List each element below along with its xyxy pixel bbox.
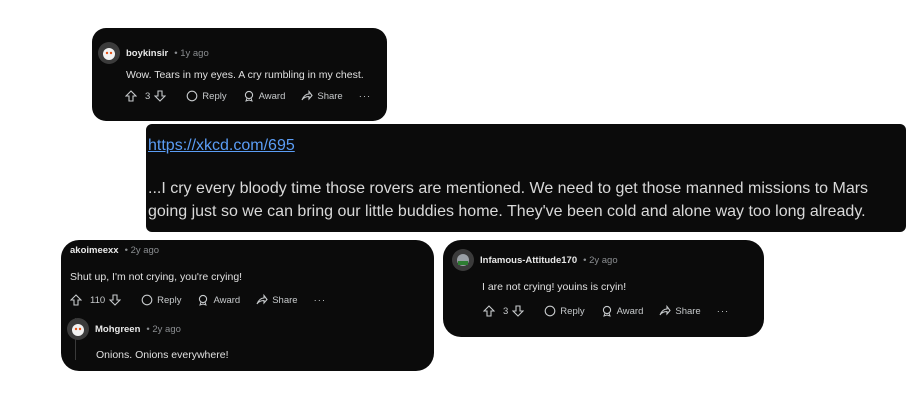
upvote-icon[interactable]: [70, 294, 82, 306]
more-options-button[interactable]: ···: [314, 295, 327, 306]
award-button[interactable]: Award: [601, 305, 643, 317]
comment-header: boykinsir • 1y ago: [98, 42, 209, 64]
comment-header: Mohgreen • 2y ago: [67, 318, 181, 340]
avatar[interactable]: [452, 249, 474, 271]
reply-button[interactable]: Reply: [141, 294, 181, 306]
vote-count: 3: [145, 90, 151, 102]
award-button[interactable]: Award: [197, 294, 240, 306]
vote-count: 110: [90, 294, 106, 306]
reply-button[interactable]: Reply: [186, 90, 227, 102]
award-icon: [602, 305, 611, 317]
timestamp: • 2y ago: [146, 323, 181, 335]
comment-text: Wow. Tears in my eyes. A cry rumbling in…: [126, 69, 364, 81]
xkcd-link[interactable]: https://xkcd.com/695: [148, 137, 295, 155]
comment-actions: 110 Reply Award Share ···: [70, 294, 326, 306]
timestamp: • 2y ago: [583, 254, 618, 266]
comment-header: akoimeexx • 2y ago: [70, 245, 159, 256]
upvote-icon[interactable]: [483, 305, 495, 317]
comment-icon: [186, 90, 198, 102]
username[interactable]: Infamous-Attitude170: [480, 255, 577, 266]
more-options-button[interactable]: ···: [717, 306, 730, 317]
share-icon: [659, 305, 672, 316]
avatar[interactable]: [67, 318, 89, 340]
share-button[interactable]: Share: [256, 294, 298, 306]
award-icon: [199, 294, 208, 306]
timestamp: • 2y ago: [124, 245, 160, 256]
comment-actions: 3 Reply Award Share ···: [125, 90, 371, 102]
share-icon: [301, 90, 314, 101]
more-options-button[interactable]: ···: [359, 91, 372, 102]
reply-button[interactable]: Reply: [544, 305, 585, 317]
downvote-icon[interactable]: [154, 90, 167, 102]
username[interactable]: Mohgreen: [95, 324, 140, 335]
downvote-icon[interactable]: [109, 294, 122, 306]
comment-actions: 3 Reply Award Share ···: [483, 305, 729, 317]
downvote-icon[interactable]: [512, 305, 525, 317]
timestamp: • 1y ago: [174, 47, 209, 59]
award-icon: [244, 90, 253, 102]
avatar[interactable]: [98, 42, 120, 64]
vote-controls: 3: [125, 90, 170, 102]
award-button[interactable]: Award: [243, 90, 285, 102]
comment-text: I are not crying! youins is cryin!: [482, 281, 627, 293]
share-button[interactable]: Share: [301, 90, 343, 102]
comment-header: Infamous-Attitude170 • 2y ago: [452, 249, 618, 271]
share-button[interactable]: Share: [659, 305, 701, 317]
vote-count: 3: [503, 305, 509, 317]
comment-icon: [141, 294, 153, 306]
username[interactable]: akoimeexx: [70, 245, 119, 256]
comment-text: Shut up, I'm not crying, you're crying!: [70, 271, 243, 283]
share-icon: [256, 294, 268, 305]
quote-text: ...I cry every bloody time those rovers …: [148, 180, 869, 220]
comment-icon: [544, 305, 556, 317]
vote-controls: 110: [70, 294, 125, 306]
username[interactable]: boykinsir: [126, 48, 168, 59]
vote-controls: 3: [483, 305, 528, 317]
upvote-icon[interactable]: [125, 90, 137, 102]
comment-text: Onions. Onions everywhere!: [96, 349, 229, 361]
